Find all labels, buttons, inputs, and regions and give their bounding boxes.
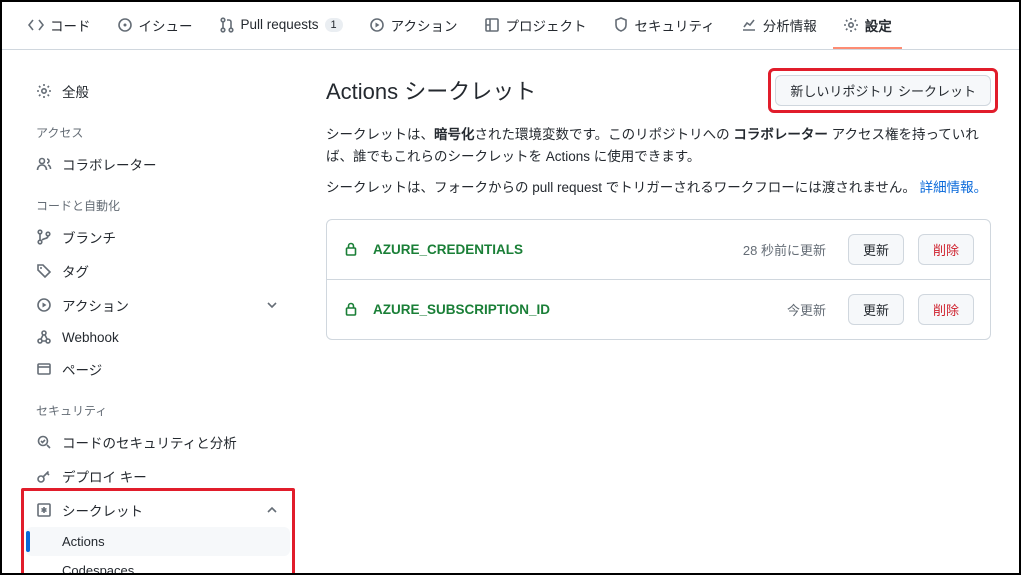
sidebar-pages[interactable]: ページ (26, 352, 290, 386)
lock-icon (343, 301, 359, 317)
learn-more-link[interactable]: 詳細情報。 (920, 180, 988, 195)
chevron-down-icon (264, 297, 280, 313)
sidebar-general[interactable]: 全般 (26, 74, 290, 108)
secret-name[interactable]: AZURE_CREDENTIALS (373, 242, 729, 257)
sidebar-branches[interactable]: ブランチ (26, 220, 290, 254)
code-icon (28, 17, 44, 33)
description-2: シークレットは、フォークからの pull request でトリガーされるワーク… (326, 177, 991, 199)
repo-topnav: コード イシュー Pull requests 1 アクション プロジェクト セキ… (2, 2, 1019, 50)
new-secret-button[interactable]: 新しいリポジトリ シークレット (775, 75, 991, 106)
tab-code[interactable]: コード (18, 2, 101, 49)
play-icon (369, 17, 385, 33)
gear-icon (843, 17, 859, 33)
secret-updated-time: 28 秒前に更新 (743, 240, 826, 259)
tab-actions-label: アクション (391, 15, 458, 35)
tab-insights-label: 分析情報 (763, 15, 817, 35)
settings-sidebar: 全般 アクセス コラボレーター コードと自動化 ブランチ タグ アクション We… (2, 50, 298, 573)
sidebar-actions-label: アクション (62, 295, 129, 315)
asterisk-icon (36, 502, 52, 518)
play-icon (36, 297, 52, 313)
sidebar-header-security: セキュリティ (26, 386, 290, 425)
tab-code-label: コード (50, 15, 91, 35)
tab-projects[interactable]: プロジェクト (474, 2, 597, 49)
tab-settings[interactable]: 設定 (833, 2, 902, 49)
webhook-icon (36, 329, 52, 345)
tab-insights[interactable]: 分析情報 (731, 2, 827, 49)
lock-icon (343, 241, 359, 257)
secret-row: AZURE_SUBSCRIPTION_ID 今更新 更新 削除 (327, 279, 990, 339)
tab-actions[interactable]: アクション (359, 2, 468, 49)
delete-button[interactable]: 削除 (918, 294, 974, 325)
branch-icon (36, 229, 52, 245)
tab-security-label: セキュリティ (635, 15, 715, 35)
sidebar-secrets-label: シークレット (62, 500, 143, 520)
secret-row: AZURE_CREDENTIALS 28 秒前に更新 更新 削除 (327, 220, 990, 279)
sidebar-webhooks[interactable]: Webhook (26, 322, 290, 352)
sidebar-branches-label: ブランチ (62, 227, 116, 247)
update-button[interactable]: 更新 (848, 234, 904, 265)
shield-icon (613, 17, 629, 33)
sidebar-actions[interactable]: アクション (26, 288, 290, 322)
update-button[interactable]: 更新 (848, 294, 904, 325)
main-content: Actions シークレット 新しいリポジトリ シークレット シークレットは、暗… (298, 50, 1019, 573)
sidebar-tags[interactable]: タグ (26, 254, 290, 288)
secret-list: AZURE_CREDENTIALS 28 秒前に更新 更新 削除 AZURE_S… (326, 219, 991, 340)
page-header: Actions シークレット 新しいリポジトリ シークレット (326, 74, 991, 106)
pulls-count: 1 (325, 18, 343, 32)
tab-security[interactable]: セキュリティ (603, 2, 725, 49)
chevron-up-icon (264, 502, 280, 518)
sidebar-collaborators-label: コラボレーター (62, 154, 157, 174)
sidebar-secrets-codespaces[interactable]: Codespaces (26, 556, 290, 573)
tab-pulls-label: Pull requests (241, 17, 319, 32)
tab-settings-label: 設定 (865, 15, 892, 35)
tab-issues-label: イシュー (139, 15, 193, 35)
description-1: シークレットは、暗号化された環境変数です。このリポジトリへの コラボレーター ア… (326, 124, 991, 167)
gear-icon (36, 83, 52, 99)
sidebar-webhooks-label: Webhook (62, 330, 119, 345)
delete-button[interactable]: 削除 (918, 234, 974, 265)
key-icon (36, 468, 52, 484)
highlight-new-secret: 新しいリポジトリ シークレット (768, 68, 998, 113)
sidebar-header-automation: コードと自動化 (26, 181, 290, 220)
sidebar-code-security-label: コードのセキュリティと分析 (62, 432, 237, 452)
tab-issues[interactable]: イシュー (107, 2, 203, 49)
page-title: Actions シークレット (326, 74, 536, 106)
secret-updated-time: 今更新 (787, 300, 826, 319)
secret-name[interactable]: AZURE_SUBSCRIPTION_ID (373, 302, 773, 317)
tag-icon (36, 263, 52, 279)
browser-icon (36, 361, 52, 377)
issue-icon (117, 17, 133, 33)
pull-request-icon (219, 17, 235, 33)
project-icon (484, 17, 500, 33)
sidebar-deploy-keys-label: デプロイ キー (62, 466, 147, 486)
sidebar-header-access: アクセス (26, 108, 290, 147)
sidebar-tags-label: タグ (62, 261, 89, 281)
tab-projects-label: プロジェクト (506, 15, 587, 35)
sidebar-general-label: 全般 (62, 81, 89, 101)
tab-pulls[interactable]: Pull requests 1 (209, 2, 353, 49)
sidebar-pages-label: ページ (62, 359, 102, 379)
sidebar-code-security[interactable]: コードのセキュリティと分析 (26, 425, 290, 459)
graph-icon (741, 17, 757, 33)
highlight-secrets-section: シークレット Actions Codespaces Dependabot (21, 488, 295, 573)
codescan-icon (36, 434, 52, 450)
sidebar-secrets[interactable]: シークレット (26, 493, 290, 527)
people-icon (36, 156, 52, 172)
sidebar-collaborators[interactable]: コラボレーター (26, 147, 290, 181)
sidebar-secrets-actions[interactable]: Actions (26, 527, 290, 556)
